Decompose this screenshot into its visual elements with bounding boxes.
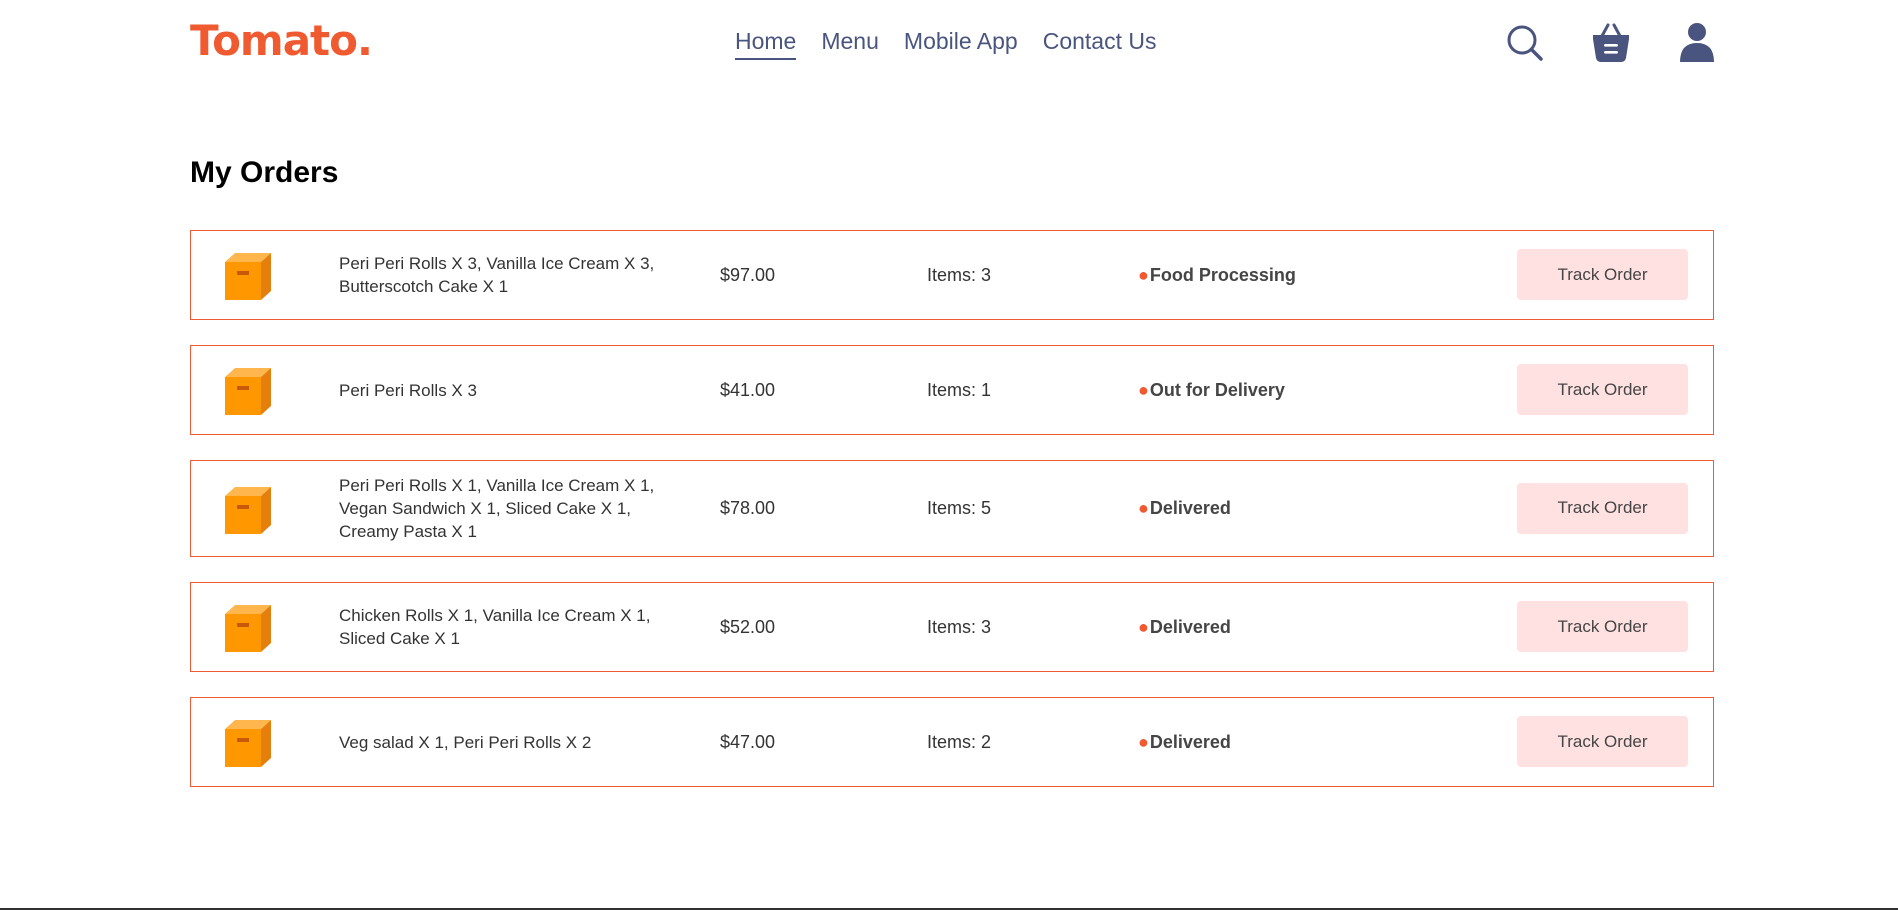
order-row: Peri Peri Rolls X 1, Vanilla Ice Cream X… [190, 460, 1714, 557]
order-item-count: Items: 3 [927, 616, 992, 637]
profile-icon[interactable] [1677, 20, 1717, 66]
order-status-label: Delivered [1149, 731, 1231, 752]
order-row: Veg salad X 1, Peri Peri Rolls X 2 $47.0… [190, 697, 1714, 787]
order-items: Peri Peri Rolls X 3 [339, 380, 477, 400]
order-amount: $97.00 [720, 264, 776, 285]
order-item-count: Items: 5 [927, 498, 992, 518]
order-items: Chicken Rolls X 1, Vanilla Ice Cream X 1… [339, 606, 651, 648]
order-amount: $47.00 [720, 731, 776, 752]
order-amount: $78.00 [720, 498, 776, 518]
order-row: Peri Peri Rolls X 3 $41.00 Items: 1 ● Out… [190, 345, 1714, 435]
logo[interactable]: Tomato. [190, 16, 373, 65]
orders-list: Peri Peri Rolls X 3, Vanilla Ice Cream X… [190, 230, 1714, 812]
order-items: Peri Peri Rolls X 1, Vanilla Ice Cream X… [339, 476, 655, 541]
order-items: Veg salad X 1, Peri Peri Rolls X 2 [339, 732, 592, 752]
search-icon[interactable] [1505, 20, 1545, 66]
parcel-icon [225, 720, 271, 767]
order-status: ● Delivered [1138, 498, 1231, 519]
order-status-label: Food Processing [1149, 264, 1296, 285]
nav-links: Home Menu Mobile App Contact Us [735, 28, 1156, 60]
nav-link-menu[interactable]: Menu [821, 28, 879, 60]
order-row: Peri Peri Rolls X 3, Vanilla Ice Cream X… [190, 230, 1714, 320]
track-order-button[interactable]: Track Order [1517, 364, 1688, 415]
order-item-count: Items: 2 [927, 731, 992, 752]
order-status: ● Delivered [1138, 617, 1231, 638]
nav-link-contact-us[interactable]: Contact Us [1043, 28, 1157, 60]
parcel-icon [225, 368, 271, 415]
navbar: Tomato. Home Menu Mobile App Contact Us [0, 0, 1898, 90]
track-order-button[interactable]: Track Order [1517, 249, 1688, 300]
order-row: Chicken Rolls X 1, Vanilla Ice Cream X 1… [190, 582, 1714, 672]
order-item-count: Items: 3 [927, 264, 992, 285]
nav-link-mobile-app[interactable]: Mobile App [904, 28, 1018, 60]
status-dot-icon: ● [1138, 616, 1149, 637]
nav-link-home[interactable]: Home [735, 28, 797, 60]
order-items: Peri Peri Rolls X 3, Vanilla Ice Cream X… [339, 254, 655, 296]
track-order-button[interactable]: Track Order [1517, 482, 1688, 534]
status-dot-icon: ● [1138, 498, 1149, 518]
status-dot-icon: ● [1138, 379, 1149, 400]
status-dot-icon: ● [1138, 264, 1149, 285]
order-status: ● Out for Delivery [1138, 380, 1285, 401]
parcel-icon [225, 605, 271, 652]
order-amount: $41.00 [720, 379, 776, 400]
status-dot-icon: ● [1138, 731, 1149, 752]
order-status: ● Food Processing [1138, 265, 1296, 286]
order-status-label: Out for Delivery [1149, 379, 1285, 400]
parcel-icon [225, 486, 271, 534]
order-status-label: Delivered [1149, 616, 1231, 637]
track-order-button[interactable]: Track Order [1517, 601, 1688, 652]
order-amount: $52.00 [720, 616, 776, 637]
page-title: My Orders [190, 156, 339, 189]
order-status: ● Delivered [1138, 732, 1231, 753]
parcel-icon [225, 253, 271, 300]
nav-actions [1505, 20, 1717, 66]
track-order-button[interactable]: Track Order [1517, 716, 1688, 767]
order-status-label: Delivered [1149, 498, 1231, 518]
basket-icon[interactable] [1591, 20, 1631, 66]
order-item-count: Items: 1 [927, 379, 992, 400]
